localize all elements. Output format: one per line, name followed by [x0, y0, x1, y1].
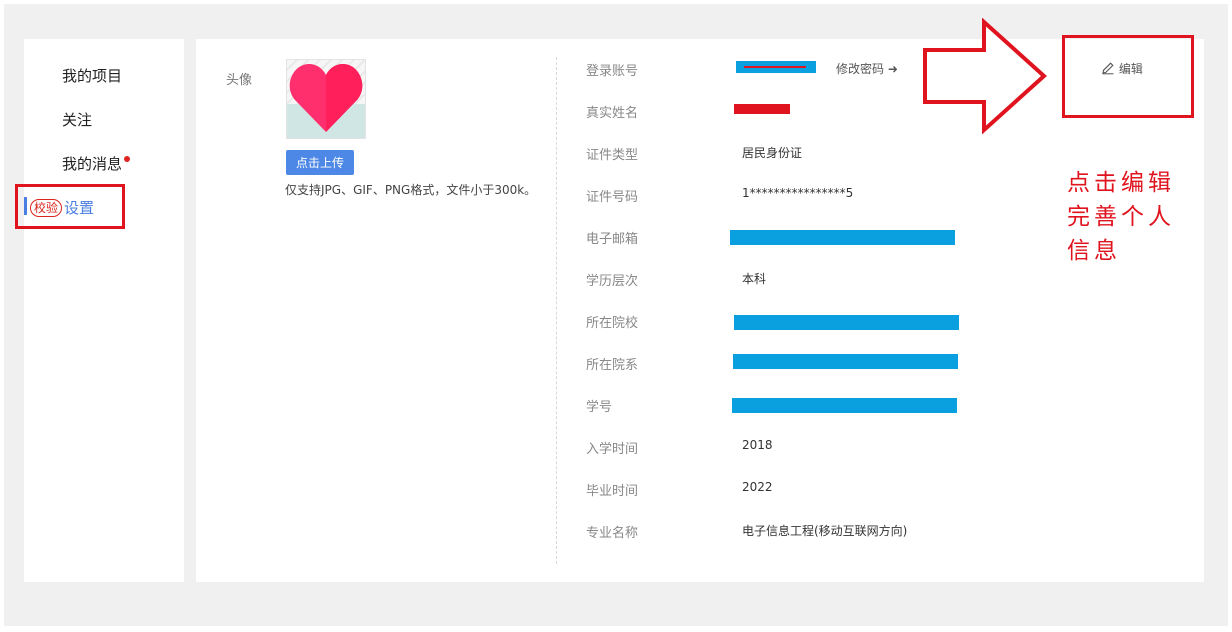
field-label-account: 登录账号	[586, 64, 639, 79]
sidebar-item-messages[interactable]: 我的消息	[62, 153, 131, 174]
redacted-email	[730, 230, 955, 245]
upload-button[interactable]: 点击上传	[286, 150, 354, 175]
annotation-arrow-icon	[923, 18, 1047, 134]
sidebar: 我的项目 关注 我的消息 校验 设置	[24, 39, 184, 582]
redacted-student-id	[732, 398, 957, 413]
upload-hint: 仅支持JPG、GIF、PNG格式，文件小于300k。	[285, 183, 537, 197]
redacted-account	[736, 61, 816, 73]
sidebar-item-follow[interactable]: 关注	[62, 109, 92, 130]
field-value-enroll-date: 2018	[742, 438, 773, 452]
change-password-link[interactable]: 修改密码 ➜	[836, 60, 898, 77]
field-value-id-type: 居民身份证	[742, 146, 803, 160]
field-value-education: 本科	[742, 272, 767, 286]
sidebar-item-label: 我的消息	[62, 155, 123, 173]
field-label-id-type: 证件类型	[586, 148, 639, 163]
field-value-id-number: 1****************5	[742, 186, 854, 200]
field-label-student-id: 学号	[586, 400, 613, 415]
redacted-department	[733, 354, 958, 369]
annotation-line: 完善个人	[1067, 204, 1175, 230]
highlight-box-edit	[1062, 35, 1194, 118]
annotation-note: 点击编辑 完善个人 信息	[1067, 166, 1197, 268]
field-label-education: 学历层次	[586, 274, 639, 289]
field-label-school: 所在院校	[586, 316, 639, 331]
sidebar-item-label: 关注	[62, 111, 93, 129]
field-label-id-number: 证件号码	[586, 190, 639, 205]
sidebar-item-label: 我的项目	[62, 67, 123, 85]
annotation-line: 信息	[1067, 238, 1121, 264]
field-label-email: 电子邮箱	[586, 232, 639, 247]
field-label-department: 所在院系	[586, 358, 639, 373]
red-dot-icon	[124, 156, 131, 162]
field-label-real-name: 真实姓名	[586, 106, 639, 121]
sidebar-item-my-projects[interactable]: 我的项目	[62, 65, 122, 86]
field-value-graduation-date: 2022	[742, 480, 773, 494]
redacted-school	[734, 315, 959, 330]
heart-icon	[287, 64, 365, 138]
avatar	[286, 59, 366, 139]
field-label-major: 专业名称	[586, 526, 639, 541]
highlight-box-settings	[15, 184, 125, 229]
field-label-graduation-date: 毕业时间	[586, 484, 639, 499]
avatar-label: 头像	[226, 73, 253, 88]
redacted-real-name	[734, 104, 790, 114]
profile-panel: 头像 点击上传 仅支持JPG、GIF、PNG格式，文件小于300k。 登录账号 …	[196, 39, 1204, 582]
annotation-line: 点击编辑	[1067, 170, 1175, 196]
field-value-major: 电子信息工程(移动互联网方向)	[742, 524, 908, 538]
field-label-enroll-date: 入学时间	[586, 442, 639, 457]
section-divider	[556, 57, 557, 564]
